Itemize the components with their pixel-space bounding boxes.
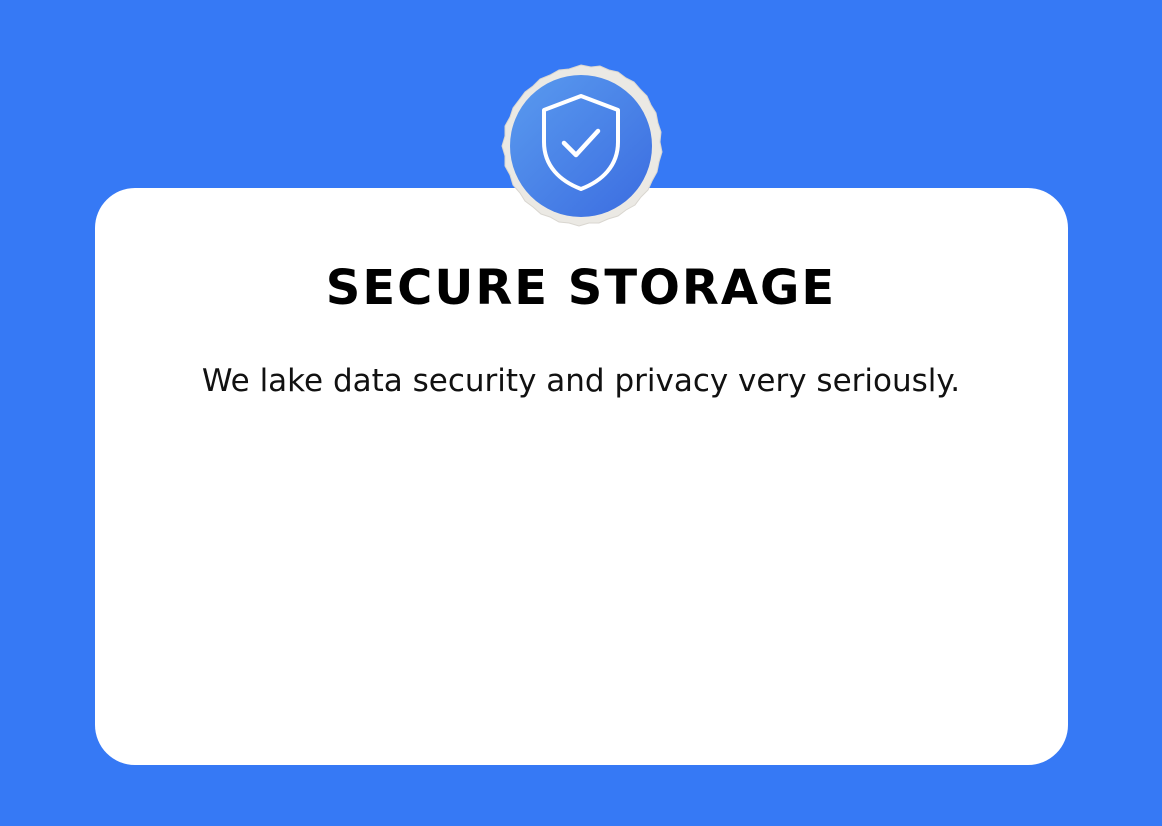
shield-check-icon [501,64,663,227]
card-title: SECURE STORAGE [325,260,837,316]
security-badge [496,62,666,232]
card-subtitle: We lake data security and privacy very s… [201,363,961,399]
